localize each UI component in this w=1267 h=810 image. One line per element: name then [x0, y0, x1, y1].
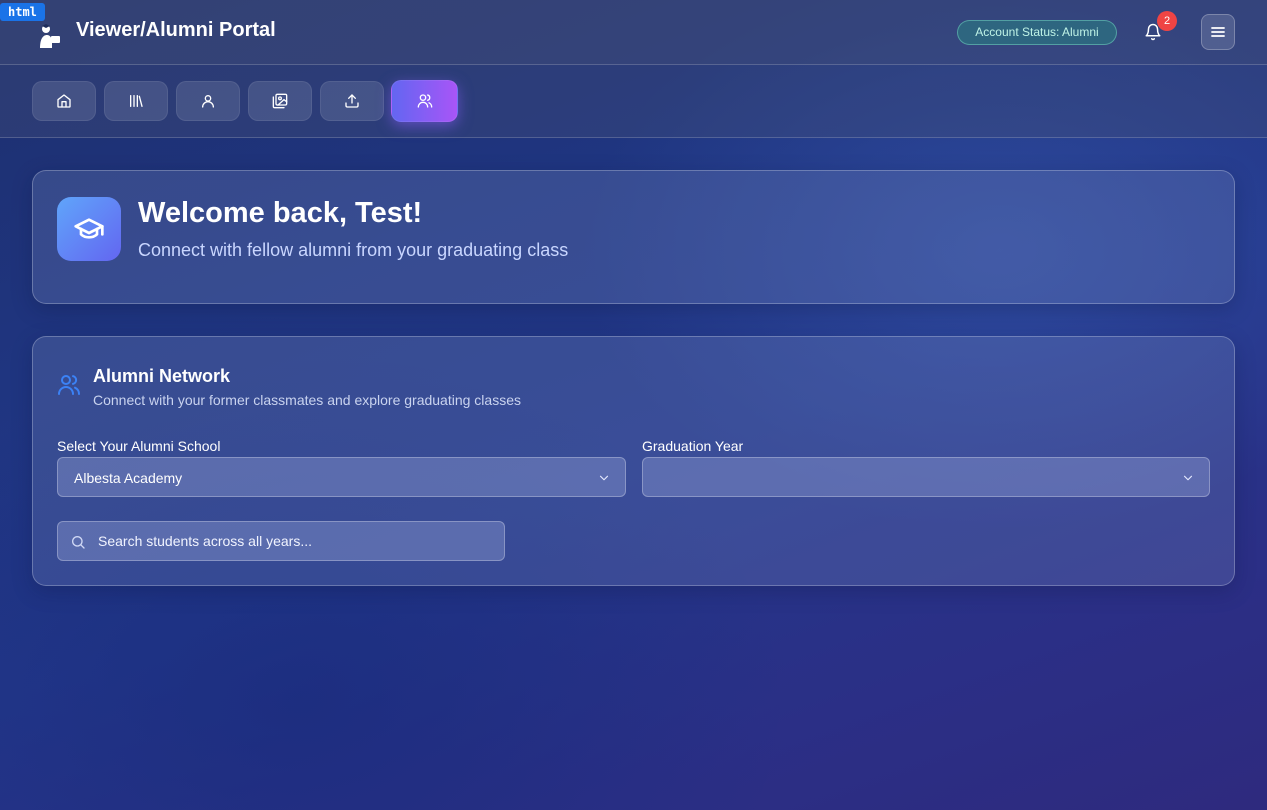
- graduation-cap-icon: [74, 218, 104, 239]
- users-icon: [58, 375, 80, 395]
- welcome-icon-tile: [57, 197, 121, 261]
- notification-count-badge: 2: [1157, 11, 1177, 31]
- welcome-card: Welcome back, Test! Connect with fellow …: [32, 170, 1235, 304]
- nav-profile-button[interactable]: [176, 81, 240, 121]
- nav-gallery-button[interactable]: [248, 81, 312, 121]
- section-title: Alumni Network: [93, 366, 231, 386]
- graduate-logo-icon: [40, 24, 60, 48]
- html-badge: html: [0, 3, 45, 21]
- nav-library-button[interactable]: [104, 81, 168, 121]
- hamburger-icon: [1211, 27, 1225, 37]
- welcome-title: Welcome back, Test!: [138, 197, 423, 229]
- alumni-network-card: Alumni Network Connect with your former …: [32, 336, 1235, 586]
- welcome-subtitle: Connect with fellow alumni from your gra…: [138, 240, 569, 260]
- users-icon: [417, 94, 432, 108]
- student-search: [57, 521, 505, 561]
- school-select-value: Albesta Academy: [74, 470, 183, 486]
- main-nav: [0, 65, 1267, 138]
- app-title: Viewer/Alumni Portal: [76, 19, 276, 41]
- user-icon: [202, 95, 214, 108]
- chevron-down-icon: [599, 475, 609, 481]
- upload-icon: [345, 94, 359, 108]
- graduation-year-label: Graduation Year: [642, 438, 744, 454]
- nav-alumni-button[interactable]: [391, 80, 458, 122]
- home-icon: [57, 94, 71, 108]
- gallery-icon: [272, 93, 288, 109]
- menu-button[interactable]: [1201, 14, 1235, 50]
- library-icon: [130, 95, 143, 107]
- nav-upload-button[interactable]: [320, 81, 384, 121]
- graduation-year-select[interactable]: [642, 457, 1210, 497]
- nav-home-button[interactable]: [32, 81, 96, 121]
- account-status-badge: Account Status: Alumni: [957, 20, 1117, 45]
- search-icon: [72, 536, 85, 549]
- top-bar: Viewer/Alumni Portal Account Status: Alu…: [0, 0, 1267, 65]
- chevron-down-icon: [1183, 475, 1193, 481]
- section-subtitle: Connect with your former classmates and …: [93, 392, 521, 408]
- school-select[interactable]: Albesta Academy: [57, 457, 626, 497]
- school-select-label: Select Your Alumni School: [57, 438, 221, 454]
- search-input[interactable]: [98, 522, 498, 560]
